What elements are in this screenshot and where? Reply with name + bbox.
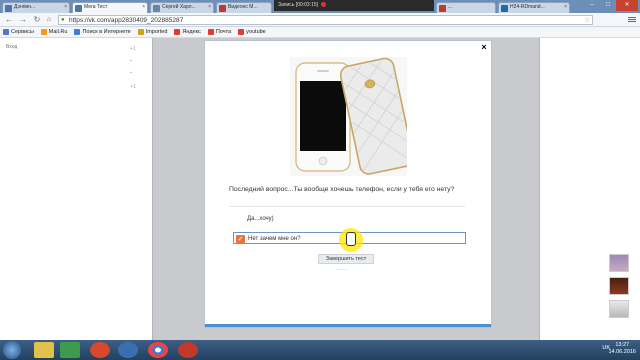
app-icon[interactable] bbox=[118, 342, 138, 358]
bookmark-services[interactable]: Сервисы bbox=[3, 29, 34, 35]
app-icon[interactable] bbox=[60, 342, 80, 358]
close-tab-icon[interactable]: × bbox=[142, 4, 145, 10]
explorer-icon[interactable] bbox=[34, 342, 54, 358]
bookmark-imported[interactable]: Imported bbox=[137, 29, 167, 35]
close-tab-icon[interactable]: × bbox=[564, 4, 567, 10]
browser-tab[interactable]: Сергей Харл... × bbox=[150, 2, 214, 13]
window-controls: – □ ✕ bbox=[584, 0, 638, 11]
forward-icon[interactable]: → bbox=[18, 15, 28, 25]
youtube-icon bbox=[238, 29, 245, 35]
avatar[interactable] bbox=[609, 254, 629, 272]
vk-icon bbox=[5, 5, 12, 12]
checkbox[interactable] bbox=[235, 215, 244, 224]
avatar[interactable] bbox=[609, 277, 629, 295]
side-counter: +1 bbox=[130, 46, 136, 52]
bookmark-star-icon[interactable]: ☆ bbox=[584, 16, 590, 24]
close-tab-icon[interactable]: × bbox=[208, 4, 211, 10]
mail-icon bbox=[207, 29, 214, 35]
navigation-bar: ← → ↻ ⌂ ● https://vk.com/app2830409_2028… bbox=[0, 13, 640, 27]
apps-icon bbox=[3, 29, 9, 35]
maximize-icon[interactable]: □ bbox=[600, 0, 616, 11]
bookmark-search[interactable]: Поиск в Интернете bbox=[74, 29, 131, 35]
reload-icon[interactable]: ↻ bbox=[32, 15, 42, 25]
youtube-icon bbox=[219, 5, 226, 12]
browser-tab[interactable]: ... bbox=[436, 2, 496, 13]
taskbar: UK 13:27 14.06.2016 bbox=[0, 340, 640, 360]
home-icon[interactable]: ⌂ bbox=[44, 15, 54, 25]
recording-indicator: Запись [00:03:15] bbox=[274, 0, 434, 11]
avatar[interactable] bbox=[609, 300, 629, 318]
bookmark-mail[interactable]: Почта bbox=[207, 29, 231, 35]
progress-bar bbox=[205, 324, 491, 327]
question-text: Последний вопрос...Ты вообще хочешь теле… bbox=[229, 186, 455, 193]
close-icon[interactable]: × bbox=[480, 43, 488, 52]
bookmark-yandex[interactable]: Яндекс bbox=[174, 29, 201, 35]
minimize-icon[interactable]: – bbox=[584, 0, 600, 11]
site-icon bbox=[501, 5, 508, 12]
opera-icon[interactable] bbox=[90, 342, 110, 358]
footer-caption: ······· bbox=[336, 267, 348, 273]
lock-icon: ● bbox=[61, 17, 65, 23]
vk-icon bbox=[153, 5, 160, 12]
side-counter: +1 bbox=[130, 84, 136, 90]
start-button[interactable] bbox=[3, 341, 21, 359]
divider bbox=[229, 206, 465, 207]
hand-cursor-icon bbox=[346, 232, 356, 246]
record-dot-icon bbox=[321, 2, 327, 8]
chrome-icon[interactable] bbox=[148, 342, 168, 358]
answer-option-1[interactable]: Да...хочу) bbox=[233, 213, 466, 225]
phone-image bbox=[290, 57, 414, 176]
browser-tab[interactable]: Видеонс М... bbox=[216, 2, 272, 13]
bookmark-mailru[interactable]: Mail.Ru bbox=[40, 29, 67, 35]
search-icon bbox=[74, 29, 81, 35]
yandex-icon bbox=[174, 29, 181, 35]
bookmarks-bar: Сервисы Mail.Ru Поиск в Интернете Import… bbox=[0, 27, 640, 38]
browser-tab[interactable]: H24-RDmand... × bbox=[498, 2, 570, 13]
finish-test-button[interactable]: Завершить тест bbox=[318, 254, 374, 264]
youtube-icon bbox=[439, 5, 446, 12]
close-window-icon[interactable]: ✕ bbox=[616, 0, 638, 11]
app-icon[interactable] bbox=[178, 342, 198, 358]
mailru-icon bbox=[40, 29, 47, 35]
clock[interactable]: 13:27 14.06.2016 bbox=[608, 342, 636, 356]
close-tab-icon[interactable]: × bbox=[64, 4, 67, 10]
message-icon[interactable]: ▪ bbox=[130, 70, 132, 76]
message-icon[interactable]: ▪ bbox=[130, 58, 132, 64]
folder-icon bbox=[137, 29, 144, 35]
back-icon[interactable]: ← bbox=[4, 15, 14, 25]
tab-strip: Дэнпин... × Мега Тест × Сергей Харл... ×… bbox=[0, 0, 640, 13]
login-link[interactable]: Вход bbox=[6, 44, 17, 50]
address-bar[interactable]: ● https://vk.com/app2830409_202885287 bbox=[58, 15, 593, 25]
menu-icon[interactable] bbox=[628, 16, 636, 24]
vk-icon bbox=[75, 5, 82, 12]
cursor-highlight bbox=[339, 228, 363, 252]
checkbox-checked-icon[interactable]: ✓ bbox=[236, 235, 245, 244]
browser-tab-active[interactable]: Мега Тест × bbox=[72, 2, 148, 13]
left-sidebar: Вход +1 ▪ ▪ +1 bbox=[0, 38, 152, 340]
browser-tab[interactable]: Дэнпин... × bbox=[2, 2, 70, 13]
quiz-dialog: × Последний вопрос...Ты вообще хочешь те… bbox=[204, 40, 492, 328]
bookmark-youtube[interactable]: youtube bbox=[238, 29, 266, 35]
